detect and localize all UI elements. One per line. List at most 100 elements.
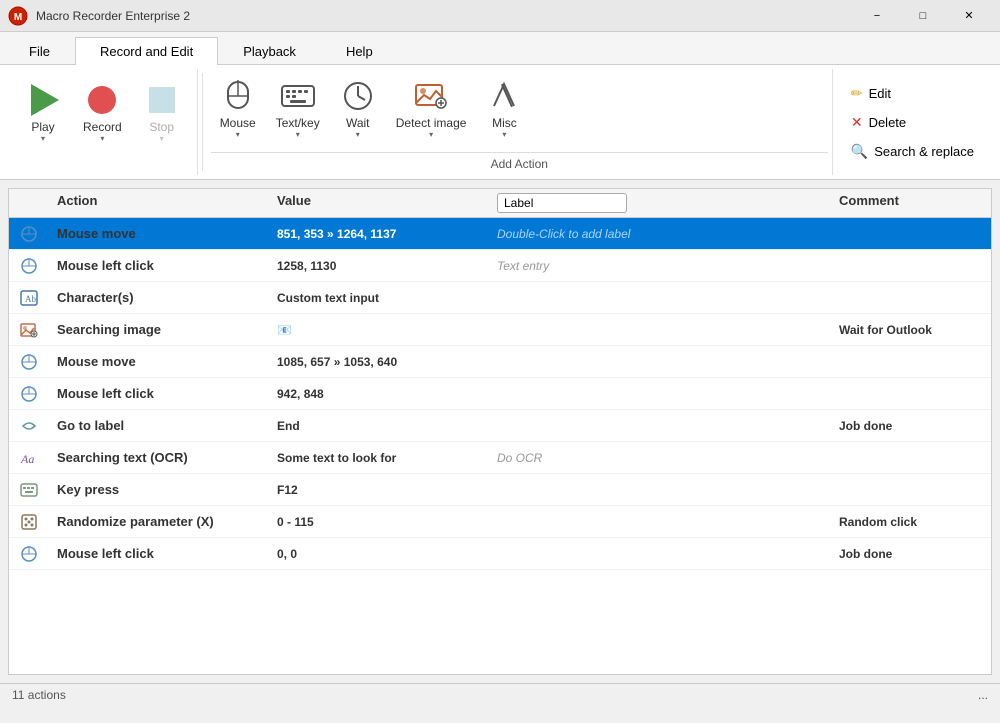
col-icon-header [9, 193, 49, 213]
row-value: 942, 848 [269, 387, 489, 401]
table-row[interactable]: Mouse left click 0, 0 Job done [9, 538, 991, 570]
mouse-icon [220, 78, 256, 114]
wait-arrow: ▾ [356, 130, 360, 139]
row-value: 851, 353 » 1264, 1137 [269, 227, 489, 241]
svg-text:Ab: Ab [25, 294, 36, 304]
record-label: Record [83, 120, 122, 134]
textkey-button[interactable]: Text/key ▾ [267, 73, 329, 148]
row-value: 0, 0 [269, 547, 489, 561]
row-icon [9, 256, 49, 276]
detect-image-icon [413, 78, 449, 114]
add-action-label: Add Action [211, 152, 828, 171]
table-row[interactable]: Key press F12 [9, 474, 991, 506]
mouse-arrow: ▾ [236, 130, 240, 139]
menu-tabs: File Record and Edit Playback Help [0, 32, 1000, 65]
x-icon: ✕ [851, 114, 863, 131]
row-value: 📧 [269, 323, 489, 337]
detect-image-label: Detect image [396, 116, 467, 130]
row-icon [9, 384, 49, 404]
close-button[interactable]: ✕ [946, 0, 992, 32]
row-label: Do OCR [489, 451, 831, 465]
delete-button[interactable]: ✕ Delete [845, 111, 980, 134]
misc-button[interactable]: Misc ▾ [477, 73, 531, 148]
textkey-label: Text/key [276, 116, 320, 130]
tab-playback[interactable]: Playback [218, 37, 321, 65]
table-body: Mouse move 851, 353 » 1264, 1137 Double-… [9, 218, 991, 674]
record-icon [84, 82, 120, 118]
row-comment: Job done [831, 419, 991, 433]
row-action: Randomize parameter (X) [49, 514, 269, 529]
play-icon [25, 82, 61, 118]
table-row[interactable]: Mouse move 851, 353 » 1264, 1137 Double-… [9, 218, 991, 250]
app-icon: M [8, 6, 28, 26]
maximize-button[interactable]: □ [900, 0, 946, 32]
col-label-header: Label [489, 193, 831, 213]
play-arrow: ▾ [41, 134, 45, 143]
table-row[interactable]: Ab Character(s) Custom text input [9, 282, 991, 314]
row-action: Mouse move [49, 226, 269, 241]
misc-arrow: ▾ [502, 130, 506, 139]
search-replace-button[interactable]: 🔍 Search & replace [845, 140, 980, 163]
col-comment-header: Comment [831, 193, 991, 213]
row-icon [9, 513, 49, 531]
tab-help[interactable]: Help [321, 37, 398, 65]
row-action: Character(s) [49, 290, 269, 305]
row-comment: Wait for Outlook [831, 323, 991, 337]
table-row[interactable]: Go to label End Job done [9, 410, 991, 442]
record-button[interactable]: Record ▾ [74, 77, 131, 148]
search-replace-icon: 🔍 [851, 143, 868, 160]
mouse-label: Mouse [220, 116, 256, 130]
row-value: End [269, 419, 489, 433]
row-label: Double-Click to add label [489, 227, 831, 241]
row-value: F12 [269, 483, 489, 497]
table-row[interactable]: Randomize parameter (X) 0 - 115 Random c… [9, 506, 991, 538]
row-comment: Job done [831, 547, 991, 561]
play-button[interactable]: Play ▾ [16, 77, 70, 148]
row-label: Text entry [489, 259, 831, 273]
stop-label: Stop [149, 120, 174, 134]
table-row[interactable]: Mouse left click 942, 848 [9, 378, 991, 410]
row-icon [9, 224, 49, 244]
row-icon [9, 352, 49, 372]
keyboard-icon [280, 78, 316, 114]
tab-file[interactable]: File [4, 37, 75, 65]
svg-text:M: M [14, 12, 22, 23]
misc-icon [486, 78, 522, 114]
action-count: 11 actions [12, 688, 66, 702]
edit-group: ✏ Edit ✕ Delete 🔍 Search & replace [832, 69, 992, 175]
row-icon [9, 418, 49, 434]
stop-button[interactable]: Stop ▾ [135, 77, 189, 148]
wait-label: Wait [346, 116, 370, 130]
mouse-button[interactable]: Mouse ▾ [211, 73, 265, 148]
wait-button[interactable]: Wait ▾ [331, 73, 385, 148]
row-value: Some text to look for [269, 451, 489, 465]
textkey-arrow: ▾ [296, 130, 300, 139]
title-bar: M Macro Recorder Enterprise 2 − □ ✕ [0, 0, 1000, 32]
edit-button[interactable]: ✏ Edit [845, 82, 980, 105]
row-action: Searching image [49, 322, 269, 337]
row-action: Searching text (OCR) [49, 450, 269, 465]
row-icon: Aa [9, 449, 49, 467]
row-value: 1258, 1130 [269, 259, 489, 273]
row-icon [9, 544, 49, 564]
table-row[interactable]: Aa Searching text (OCR) Some text to loo… [9, 442, 991, 474]
stop-icon [144, 82, 180, 118]
row-icon [9, 322, 49, 338]
minimize-button[interactable]: − [854, 0, 900, 32]
row-action: Go to label [49, 418, 269, 433]
svg-text:Aa: Aa [20, 452, 34, 466]
tab-record-edit[interactable]: Record and Edit [75, 37, 218, 65]
edit-label: Edit [869, 86, 891, 101]
row-icon: Ab [9, 289, 49, 307]
table-row[interactable]: Mouse move 1085, 657 » 1053, 640 [9, 346, 991, 378]
detect-image-arrow: ▾ [429, 130, 433, 139]
playback-group: Play ▾ Record ▾ Stop ▾ [8, 69, 198, 175]
detect-image-button[interactable]: Detect image ▾ [387, 73, 476, 148]
record-arrow: ▾ [100, 134, 104, 143]
add-action-group: Mouse ▾ Text/key ▾ [207, 69, 832, 175]
row-icon [9, 482, 49, 498]
label-dropdown[interactable]: Label [497, 193, 627, 213]
table-row[interactable]: Searching image 📧 Wait for Outlook [9, 314, 991, 346]
table-row[interactable]: Mouse left click 1258, 1130 Text entry [9, 250, 991, 282]
clock-icon [340, 78, 376, 114]
